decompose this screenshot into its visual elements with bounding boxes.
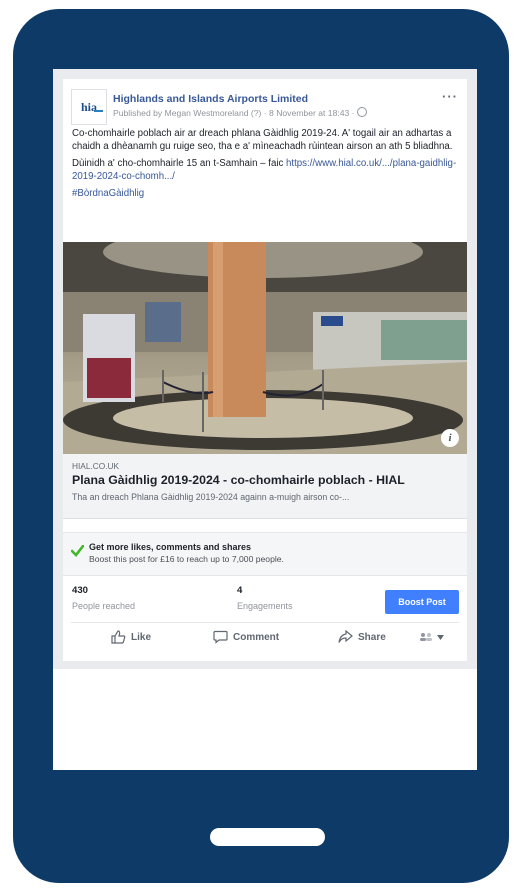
link-description: Tha an dreach Phlana Gàidhlig 2019-2024 …: [72, 492, 350, 502]
airport-terminal-photo: [63, 242, 467, 454]
news-feed: hia Highlands and Islands Airports Limit…: [53, 69, 477, 669]
comment-icon: [213, 630, 228, 644]
like-button[interactable]: Like: [111, 630, 151, 644]
comment-label: Comment: [233, 631, 280, 643]
thumbs-up-icon: [111, 630, 126, 644]
link-preview-card[interactable]: HIAL.CO.UK Plana Gàidhlig 2019-2024 - co…: [63, 454, 467, 519]
boost-post-button[interactable]: Boost Post: [385, 590, 459, 614]
post-text: Co-chomhairle poblach air ar dreach phla…: [72, 127, 464, 204]
post-hashtag-line: #BòrdnaGàidhlig: [72, 187, 464, 200]
globe-icon: [356, 107, 367, 117]
engagements-label: Engagements: [237, 601, 293, 611]
share-label: Share: [358, 631, 386, 643]
share-icon: [338, 630, 353, 643]
share-button[interactable]: Share: [338, 630, 386, 644]
like-label: Like: [131, 631, 152, 643]
home-indicator[interactable]: [210, 828, 325, 846]
post-paragraph-2-text: Dùinidh a' cho-chomhairle 15 an t-Samhai…: [72, 158, 287, 169]
info-icon[interactable]: i: [441, 429, 459, 447]
comment-button[interactable]: Comment: [213, 630, 279, 644]
people-reached-label: People reached: [72, 601, 136, 611]
hashtag-link[interactable]: #BòrdnaGàidhlig: [72, 188, 144, 199]
post-paragraph-2: Dùinidh a' cho-chomhairle 15 an t-Samhai…: [72, 157, 464, 183]
page-avatar[interactable]: hia: [71, 89, 107, 125]
page-name-link[interactable]: Highlands and Islands Airports Limited: [113, 93, 308, 105]
audience-selector[interactable]: [419, 632, 444, 642]
more-options-icon[interactable]: ···: [442, 89, 458, 104]
actions-divider: [71, 622, 459, 623]
avatar-logo-text: hia: [80, 99, 97, 114]
logo-accent: [94, 110, 103, 112]
link-title[interactable]: Plana Gàidhlig 2019-2024 - co-chomhairle…: [72, 473, 405, 487]
promo-subtitle: Boost this post for £16 to reach up to 7…: [89, 554, 284, 564]
link-domain: HIAL.CO.UK: [72, 461, 120, 471]
check-icon: [71, 545, 84, 557]
facebook-post: hia Highlands and Islands Airports Limit…: [63, 79, 467, 661]
people-reached-value: 430: [72, 585, 89, 596]
audience-icon: [420, 633, 432, 641]
chevron-down-icon: [437, 634, 444, 640]
phone-screen: hia Highlands and Islands Airports Limit…: [53, 69, 477, 770]
post-paragraph-1: Co-chomhairle poblach air ar dreach phla…: [72, 128, 453, 152]
promo-title: Get more likes, comments and shares: [89, 542, 252, 552]
link-preview-image[interactable]: i: [63, 242, 467, 454]
boost-promo-banner: Get more likes, comments and shares Boos…: [63, 532, 467, 576]
published-line: Published by Megan Westmoreland (?) · 8 …: [113, 107, 367, 118]
published-text: Published by Megan Westmoreland (?) · 8 …: [113, 108, 355, 118]
engagements-value: 4: [237, 585, 243, 596]
